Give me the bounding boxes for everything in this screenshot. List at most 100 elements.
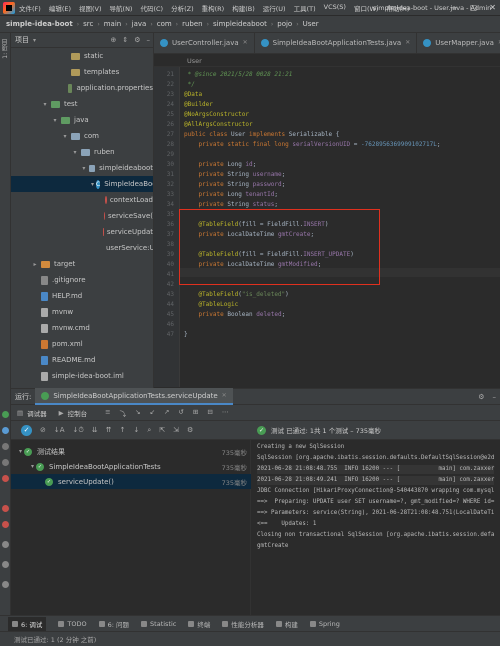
menu-item[interactable]: 运行(U) [263,3,286,13]
tree-item[interactable]: templates [11,64,153,80]
test-tree-row[interactable]: ▾ ✓ 测试结果 735毫秒 [11,444,251,459]
nav-crumb[interactable]: pojo [277,20,292,28]
expand-arrow-icon[interactable]: ▾ [31,463,34,470]
step-icon[interactable]: ⊟ [207,408,212,418]
tool-window-button[interactable]: 性能分析器 [222,619,264,629]
nav-crumb[interactable]: java [132,20,147,28]
tree-item[interactable]: userService:Use [11,240,153,256]
tree-item[interactable]: mvnw.cmd [11,320,153,336]
expand-arrow-icon[interactable]: ▾ [91,181,94,188]
export-icon[interactable]: ⇱ [159,426,165,434]
step-icon[interactable]: ⋯ [222,408,229,418]
show-ignored-icon[interactable]: ⊘ [40,426,46,434]
expand-all-icon[interactable]: ⇊ [92,426,98,434]
menu-item[interactable]: 工具(T) [294,3,316,13]
globe-icon[interactable]: ⊕ [110,36,116,44]
tree-item[interactable]: ▾CSimpleIdeaBootAp [11,176,153,192]
search-icon[interactable]: ⌕ [147,426,151,435]
prev-failed-icon[interactable]: ↑ [120,426,126,434]
nav-crumb[interactable]: com [157,20,172,28]
test-tree-row[interactable]: ▾ ✓ SimpleIdeaBootApplicationTests 735毫秒 [11,459,251,474]
close-icon[interactable]: ✕ [243,39,248,46]
console-output[interactable]: Creating a new SqlSession SqlSession [org… [251,440,500,615]
close-icon[interactable]: ✕ [222,392,227,399]
editor-tab[interactable]: SimpleIdeaBootApplicationTests.java ✕ [255,33,418,53]
step-icon[interactable]: ↘ [135,408,140,418]
run-config-tab[interactable]: SimpleIdeaBootApplicationTests.serviceUp… [35,388,233,405]
debugger-tab[interactable]: ▤ 调试器 [17,408,47,418]
gear-icon[interactable]: ⚙ [187,426,193,434]
tool-window-button[interactable]: 构建 [275,619,298,629]
step-icon[interactable] [2,427,9,434]
menu-item[interactable]: 文件(F) [19,3,41,13]
tree-item[interactable]: serviceSave( [11,208,153,224]
pause-icon[interactable] [2,459,9,466]
tool-window-button[interactable]: 6: 调试 [8,616,47,631]
test-tree-row[interactable]: ✓ serviceUpdate() 735毫秒 [11,474,251,489]
import-icon[interactable]: ⇲ [173,426,179,434]
menu-item[interactable]: 视图(V) [79,3,102,13]
nav-crumb[interactable]: main [104,20,122,28]
expand-arrow-icon[interactable]: ▾ [81,165,87,172]
tree-item[interactable]: ▾ simpleideaboot [11,160,153,176]
menu-item[interactable]: 编辑(E) [49,3,71,13]
gear-icon[interactable]: ⚙ [478,393,484,401]
next-failed-icon[interactable]: ↓ [133,426,139,434]
tree-item[interactable]: .gitignore [11,272,153,288]
minimize-icon[interactable]: – [147,36,151,44]
step-icon[interactable]: ↙ [150,408,155,418]
collapse-all-icon[interactable]: ⇈ [106,426,112,434]
camera-icon[interactable] [2,541,9,548]
menu-item[interactable]: VCS(S) [324,3,346,13]
expand-arrow-icon[interactable]: ▾ [61,133,69,140]
maximize-window-button[interactable]: ▢ [470,3,478,12]
tree-item[interactable]: simple-idea-boot.iml [11,368,153,384]
expand-arrow-icon[interactable]: ▾ [19,448,22,455]
nav-crumb[interactable]: simpleideaboot [213,20,267,28]
menu-item[interactable]: 分析(Z) [171,3,194,13]
tree-item[interactable]: ▾ com [11,128,153,144]
tree-item[interactable]: ▾ test [11,96,153,112]
tree-item[interactable]: README.md [11,352,153,368]
menu-item[interactable]: 重构(R) [202,3,225,13]
editor-breadcrumb[interactable]: User [154,55,500,67]
tree-item[interactable]: ▾ java [11,112,153,128]
mute-breakpoints-icon[interactable] [2,521,9,528]
tree-item[interactable]: application.properties [11,80,153,96]
expand-arrow-icon[interactable]: ▾ [51,117,59,124]
tree-item[interactable]: ▾ ruben [11,144,153,160]
step-icon[interactable]: ≡ [105,408,110,418]
tool-window-button[interactable]: Statistic [141,620,176,628]
sort-alpha-icon[interactable]: ↓A [54,426,65,434]
expand-arrow-icon[interactable]: ▸ [31,261,39,268]
pin-icon[interactable] [2,581,9,588]
breakpoints-icon[interactable] [2,505,9,512]
tool-window-button[interactable]: 6: 问题 [98,619,129,629]
tool-window-button[interactable]: TODO [58,620,87,628]
console-tab[interactable]: ▶ 控制台 [59,408,88,418]
tree-item[interactable]: mvnw [11,304,153,320]
editor-tab[interactable]: UserMapper.java✕ [417,33,500,53]
expand-arrow-icon[interactable]: ▾ [71,149,79,156]
project-tool-window-tab[interactable]: 1: 项目 [1,39,10,59]
sort-duration-icon[interactable]: ↓⏱ [73,426,84,435]
resume-icon[interactable] [2,443,9,450]
menu-item[interactable]: 代码(C) [140,3,163,13]
nav-crumb[interactable]: src [83,20,93,28]
nav-crumb[interactable]: simple-idea-boot [6,20,73,28]
minimize-icon[interactable]: – [493,393,497,401]
tree-item[interactable]: HELP.md [11,288,153,304]
nav-crumb[interactable]: ruben [182,20,203,28]
step-icon[interactable]: ⤵ [120,408,127,418]
minimize-window-button[interactable]: — [450,3,458,12]
step-icon[interactable]: ⊞ [193,408,198,418]
tree-item[interactable]: serviceUpdat [11,224,153,240]
menu-item[interactable]: 导航(N) [110,3,133,13]
tree-item[interactable]: ▸ target [11,256,153,272]
step-icon[interactable]: ↺ [178,408,183,418]
project-panel-title[interactable]: 项目 [15,35,29,45]
chevron-down-icon[interactable]: ▾ [33,37,36,44]
expand-arrow-icon[interactable]: ▾ [41,101,49,108]
tree-item[interactable]: pom.xml [11,336,153,352]
step-icon[interactable]: ↗ [164,408,169,418]
